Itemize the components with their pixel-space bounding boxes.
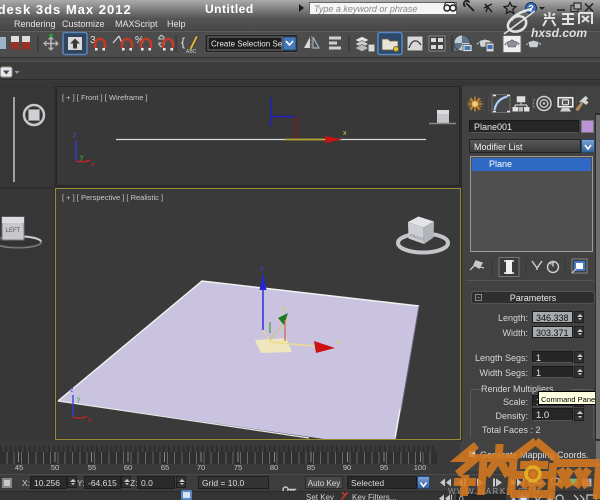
svg-text:y: y bbox=[80, 154, 84, 161]
svg-text:y: y bbox=[77, 396, 81, 403]
svg-text:z: z bbox=[260, 266, 264, 273]
svg-text:LEFT: LEFT bbox=[6, 228, 21, 234]
svg-text:{: { bbox=[181, 35, 185, 49]
svg-text:x: x bbox=[343, 130, 347, 137]
svg-text:y: y bbox=[282, 306, 286, 313]
svg-text:[ + ] [ Perspective ] [ Real: [ + ] [ Perspective ] [ Realistic ] bbox=[62, 193, 163, 202]
svg-text:[ + ] [ Front ] [ Wireframe: [ + ] [ Front ] [ Wireframe ] bbox=[62, 93, 148, 102]
svg-text:x: x bbox=[91, 161, 95, 168]
svg-text:hxsd.com: hxsd.com bbox=[531, 26, 587, 40]
svg-text:z: z bbox=[73, 132, 77, 139]
svg-text:Create Selection Se: Create Selection Se bbox=[211, 40, 283, 49]
svg-text:ABC: ABC bbox=[186, 49, 197, 55]
svg-text:x: x bbox=[88, 417, 92, 424]
svg-text:x: x bbox=[337, 339, 341, 346]
svg-text:z: z bbox=[70, 387, 74, 394]
